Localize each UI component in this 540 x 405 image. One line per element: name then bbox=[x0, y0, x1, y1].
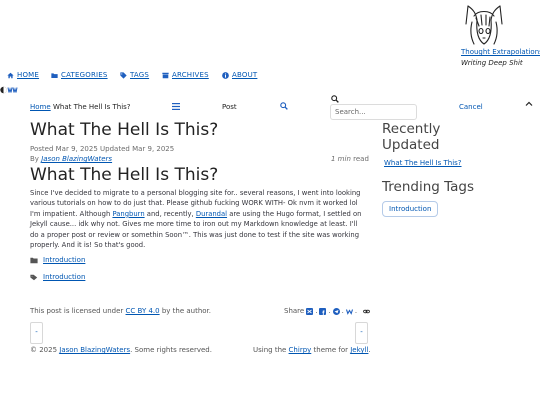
theme-suffix: . bbox=[368, 346, 371, 354]
nav-home[interactable]: HOME bbox=[7, 71, 39, 79]
read-time: 1 min read bbox=[331, 155, 369, 163]
back-to-top-icon[interactable] bbox=[525, 100, 533, 108]
durandal-link[interactable]: Durandal bbox=[196, 210, 227, 218]
facebook-icon[interactable] bbox=[319, 307, 327, 315]
theme-prefix: Using the bbox=[253, 346, 287, 354]
post-title: What The Hell Is This? bbox=[30, 120, 219, 140]
category-link[interactable]: Introduction bbox=[43, 256, 85, 264]
license-notice: This post is licensed under CC BY 4.0 by… bbox=[30, 307, 211, 315]
recently-updated-item[interactable]: What The Hell Is This? bbox=[384, 159, 462, 167]
theme-middle: theme for bbox=[313, 346, 348, 354]
copyright-prefix: © 2025 bbox=[30, 346, 58, 354]
mode-toggle-icon[interactable] bbox=[0, 86, 20, 94]
nav-archives[interactable]: ARCHIVES bbox=[162, 71, 209, 79]
prev-post-button[interactable]: - bbox=[30, 322, 43, 344]
topbar-title: Post bbox=[222, 103, 237, 111]
nav-tags[interactable]: TAGS bbox=[120, 71, 149, 79]
mastodon-icon[interactable] bbox=[345, 308, 353, 315]
avatar[interactable] bbox=[462, 2, 506, 48]
updated-date: Mar 9, 2025 bbox=[132, 145, 175, 153]
search-icon bbox=[331, 95, 339, 103]
categories-icon bbox=[51, 72, 58, 78]
breadcrumb-home[interactable]: Home bbox=[30, 103, 51, 111]
footer-copyright: © 2025 Jason BlazingWaters. Some rights … bbox=[30, 346, 212, 354]
separator-dot: . bbox=[341, 307, 344, 315]
nav-categories-label: CATEGORIES bbox=[61, 71, 108, 79]
post-dates: Posted Mar 9, 2025 Updated Mar 9, 2025 bbox=[30, 145, 174, 153]
folder-icon bbox=[30, 257, 38, 263]
post-body: Since I've decided to migrate to a perso… bbox=[30, 188, 366, 250]
info-icon bbox=[222, 71, 229, 79]
nav-categories[interactable]: CATEGORIES bbox=[51, 71, 108, 79]
post-category: Introduction bbox=[30, 256, 85, 264]
search-cancel-button[interactable]: Cancel bbox=[459, 103, 483, 111]
pangburn-link[interactable]: Pangburn bbox=[112, 210, 144, 218]
license-link[interactable]: CC BY 4.0 bbox=[126, 307, 160, 315]
site-title[interactable]: Thought Extrapolations bbox=[461, 48, 540, 56]
home-icon bbox=[7, 72, 14, 78]
separator-dot: . bbox=[354, 307, 358, 315]
trending-tag-pill[interactable]: Introduction bbox=[382, 201, 439, 217]
chirpy-link[interactable]: Chirpy bbox=[289, 346, 312, 354]
archives-icon bbox=[162, 72, 169, 78]
updated-label: Updated bbox=[100, 145, 130, 153]
nav-home-label: HOME bbox=[17, 71, 40, 79]
search-input[interactable] bbox=[330, 104, 417, 120]
share-bar: Share . . . . bbox=[284, 307, 371, 315]
post-author: By Jason BlazingWaters bbox=[30, 155, 112, 163]
license-prefix: This post is licensed under bbox=[30, 307, 124, 315]
posted-label: Posted bbox=[30, 145, 54, 153]
share-label: Share bbox=[284, 307, 305, 315]
recently-updated-heading: Recently Updated bbox=[382, 121, 441, 153]
nav-about[interactable]: ABOUT bbox=[222, 71, 257, 79]
separator-dot: . bbox=[328, 307, 331, 315]
body-text: and, recently, bbox=[144, 209, 196, 218]
search-trigger-icon[interactable] bbox=[280, 102, 288, 110]
copy-link-icon[interactable] bbox=[363, 308, 371, 315]
nav-archives-label: ARCHIVES bbox=[172, 71, 209, 79]
tag-link[interactable]: Introduction bbox=[43, 273, 85, 281]
license-suffix: by the author. bbox=[161, 307, 212, 315]
twitter-icon[interactable] bbox=[306, 307, 314, 315]
copyright-author-link[interactable]: Jason BlazingWaters bbox=[59, 346, 130, 354]
footer-theme-credit: Using the Chirpy theme for Jekyll. bbox=[253, 346, 371, 354]
author-link[interactable]: Jason BlazingWaters bbox=[41, 155, 112, 163]
posted-date: Mar 9, 2025 bbox=[55, 145, 98, 153]
tags-icon bbox=[120, 71, 127, 79]
site-subtitle: Writing Deep Shit bbox=[461, 59, 523, 67]
next-post-button[interactable]: - bbox=[355, 322, 368, 344]
nav-tags-label: TAGS bbox=[130, 71, 150, 79]
content-heading: What The Hell Is This? bbox=[30, 165, 219, 185]
jekyll-link[interactable]: Jekyll bbox=[350, 346, 368, 354]
breadcrumb-current: What The Hell Is This? bbox=[53, 103, 131, 111]
nav-about-label: ABOUT bbox=[232, 71, 258, 79]
tags-icon bbox=[30, 274, 38, 280]
read-time-label: read bbox=[353, 155, 369, 163]
trending-tags-heading: Trending Tags bbox=[382, 179, 475, 195]
by-label: By bbox=[30, 155, 39, 163]
post-tags: Introduction bbox=[30, 273, 85, 281]
separator-dot: . bbox=[315, 307, 318, 315]
read-time-value: 1 min bbox=[331, 155, 351, 163]
copyright-suffix: . Some rights reserved. bbox=[130, 346, 212, 354]
menu-icon[interactable] bbox=[172, 103, 180, 110]
telegram-icon[interactable] bbox=[332, 307, 340, 315]
